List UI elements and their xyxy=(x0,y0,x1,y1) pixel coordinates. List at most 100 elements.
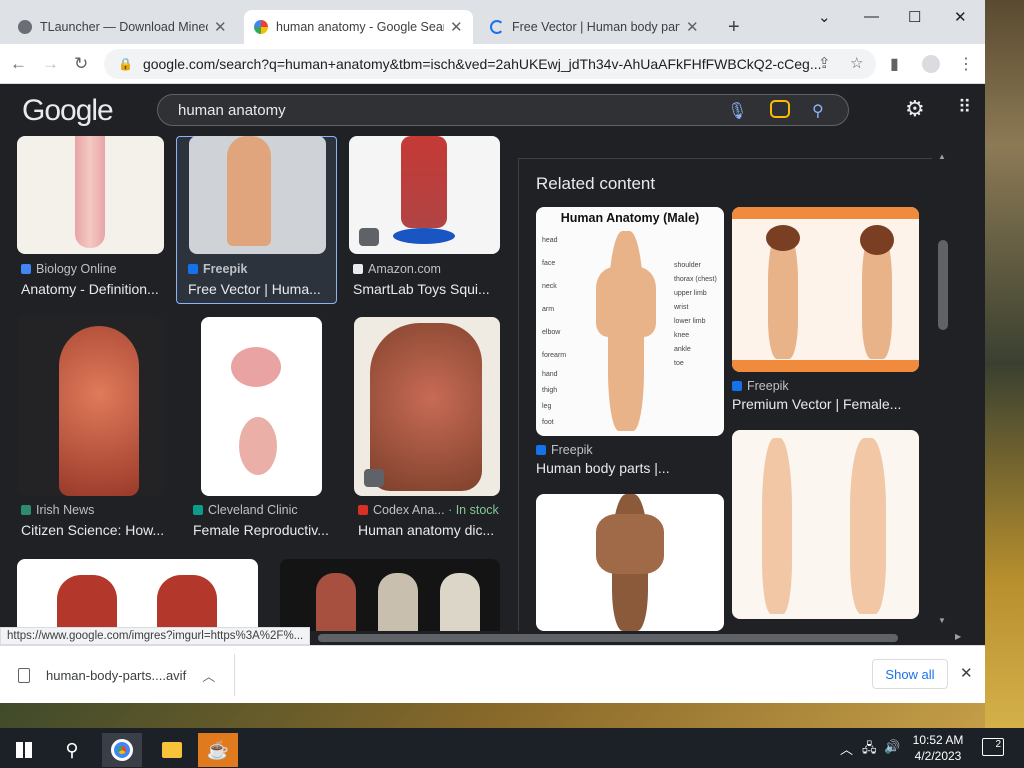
irish-news-icon xyxy=(21,505,31,515)
desktop-wallpaper-edge xyxy=(985,0,1024,728)
anatomy-labels-right: shoulder thorax (chest) upper limb wrist low… xyxy=(674,262,717,367)
result-source[interactable]: Irish News xyxy=(21,503,94,517)
result-caption[interactable]: Anatomy - Definition... xyxy=(21,281,166,297)
back-arrow-icon[interactable]: ← xyxy=(10,54,27,74)
status-bar-url: https://www.google.com/imgres?imgurl=htt… xyxy=(0,627,311,645)
result-image-6[interactable] xyxy=(354,317,500,496)
tab-title: TLauncher — Download Minecraft xyxy=(40,20,208,34)
search-taskbar-icon[interactable]: ⚲ xyxy=(52,733,92,767)
in-stock-badge: · In stock xyxy=(448,503,499,517)
scroll-up-arrow-icon[interactable]: ▲ xyxy=(938,152,946,161)
windows-start-icon[interactable] xyxy=(4,733,44,767)
download-item[interactable]: human-body-parts....avif ︿ xyxy=(18,666,215,685)
tab-close-icon[interactable]: ✕ xyxy=(450,18,463,36)
related-caption[interactable]: Human body parts |... xyxy=(536,460,722,476)
notification-center-icon[interactable]: 2 xyxy=(982,738,1004,756)
product-tag-icon xyxy=(364,469,384,487)
result-caption[interactable]: Free Vector | Huma... xyxy=(188,281,328,297)
biology-online-icon xyxy=(21,264,31,274)
windows-taskbar: ⚲ ☕ ︿ 🖧 🔊 10:52 AM 4/2/2023 2 xyxy=(0,728,1024,768)
cleveland-clinic-icon xyxy=(193,505,203,515)
google-logo[interactable]: Google xyxy=(22,94,114,128)
related-source[interactable]: Freepik xyxy=(536,443,593,457)
result-source[interactable]: Biology Online xyxy=(21,262,117,276)
result-caption[interactable]: SmartLab Toys Squi... xyxy=(353,281,498,297)
related-caption[interactable]: Premium Vector | Female... xyxy=(732,396,918,412)
result-image-3[interactable] xyxy=(349,136,500,254)
result-image-1[interactable] xyxy=(17,136,164,254)
chrome-taskbar-icon[interactable] xyxy=(102,733,142,767)
codex-anatomicus-icon xyxy=(358,505,368,515)
panel-scroll-thumb[interactable] xyxy=(938,240,948,330)
settings-gear-icon[interactable]: ⚙ xyxy=(905,96,925,122)
minimize-icon[interactable]: — xyxy=(864,8,879,25)
forward-arrow-icon[interactable]: → xyxy=(42,54,59,74)
tab-google-search[interactable]: human anatomy - Google Search ✕ xyxy=(244,10,473,44)
freepik-icon xyxy=(732,381,742,391)
download-separator xyxy=(234,654,235,696)
tab-title: human anatomy - Google Search xyxy=(276,20,444,34)
tab-search-chevron-icon[interactable]: ⌄ xyxy=(818,8,831,26)
address-bar[interactable]: 🔒 google.com/search?q=human+anatomy&tbm=… xyxy=(104,49,876,79)
anatomy-labels-left-lower: hand thigh leg foot xyxy=(542,371,558,426)
related-image-body-outline[interactable] xyxy=(732,430,919,619)
amazon-icon xyxy=(353,264,363,274)
browser-toolbar: ← → ↻ 🔒 google.com/search?q=human+anatom… xyxy=(0,44,985,84)
result-source[interactable]: Freepik xyxy=(188,262,247,276)
java-app-icon[interactable]: ☕ xyxy=(198,733,238,767)
panel-border xyxy=(518,158,932,159)
result-image-5[interactable] xyxy=(201,317,322,496)
maximize-icon[interactable]: ☐ xyxy=(908,8,921,26)
related-image-female-parts[interactable] xyxy=(732,207,919,372)
side-panel-icon[interactable]: ▮ xyxy=(890,54,899,74)
volume-icon[interactable]: 🔊 xyxy=(884,739,900,755)
product-tag-icon xyxy=(359,228,379,246)
microphone-icon[interactable]: 🎙 xyxy=(727,101,747,121)
tab-strip: TLauncher — Download Minecraft ✕ human a… xyxy=(0,0,985,44)
close-window-icon[interactable]: ✕ xyxy=(954,8,967,26)
related-source[interactable]: Freepik xyxy=(732,379,789,393)
tab-close-icon[interactable]: ✕ xyxy=(214,18,227,36)
horizontal-scroll-thumb[interactable] xyxy=(318,634,898,642)
new-tab-button[interactable]: + xyxy=(728,16,740,39)
scroll-down-arrow-icon[interactable]: ▼ xyxy=(938,616,946,625)
kebab-menu-icon[interactable]: ⋮ xyxy=(958,54,974,74)
lens-camera-icon[interactable] xyxy=(770,100,790,118)
notification-count: 2 xyxy=(995,739,1001,750)
result-source[interactable]: Amazon.com xyxy=(353,262,441,276)
google-favicon-icon xyxy=(254,20,268,34)
scroll-right-arrow-icon[interactable]: ▶ xyxy=(955,632,961,641)
close-download-bar-icon[interactable]: ✕ xyxy=(960,664,973,682)
result-source[interactable]: Codex Ana... · In stock xyxy=(358,503,499,517)
result-image-2[interactable] xyxy=(189,136,326,254)
result-caption[interactable]: Citizen Science: How... xyxy=(21,522,169,538)
apps-grid-icon[interactable]: ⠿ xyxy=(958,97,971,118)
panel-vertical-scrollbar[interactable] xyxy=(934,150,950,630)
result-image-8[interactable] xyxy=(280,559,500,631)
tab-title: Free Vector | Human body parts xyxy=(512,20,680,34)
result-caption[interactable]: Human anatomy dic... xyxy=(358,522,500,538)
tab-freepik[interactable]: Free Vector | Human body parts ✕ xyxy=(480,10,709,44)
system-clock[interactable]: 10:52 AM 4/2/2023 xyxy=(906,732,970,764)
address-url: google.com/search?q=human+anatomy&tbm=is… xyxy=(142,56,822,72)
share-icon[interactable]: ⇪ xyxy=(818,54,831,72)
related-content-title: Related content xyxy=(536,174,656,193)
result-caption[interactable]: Female Reproductiv... xyxy=(193,522,333,538)
show-all-button[interactable]: Show all xyxy=(872,659,948,689)
bookmark-star-icon[interactable]: ☆ xyxy=(850,54,863,72)
tab-close-icon[interactable]: ✕ xyxy=(686,18,699,36)
tab-tlauncher[interactable]: TLauncher — Download Minecraft ✕ xyxy=(8,10,237,44)
result-image-4[interactable] xyxy=(17,316,164,496)
profile-avatar-icon[interactable] xyxy=(922,55,940,73)
tray-expand-icon[interactable]: ︿ xyxy=(840,739,853,758)
loading-spinner-icon xyxy=(490,20,504,34)
reload-icon[interactable]: ↻ xyxy=(74,54,88,74)
file-explorer-icon[interactable] xyxy=(152,733,192,767)
related-image-male-anatomy[interactable]: Human Anatomy (Male) head face neck arm elbo… xyxy=(536,207,724,436)
related-image-female-body-measure[interactable] xyxy=(536,494,724,631)
result-image-7[interactable] xyxy=(17,559,258,631)
chevron-up-icon[interactable]: ︿ xyxy=(202,666,215,685)
search-icon[interactable]: ⚲ xyxy=(812,101,824,121)
result-source[interactable]: Cleveland Clinic xyxy=(193,503,298,517)
network-icon[interactable]: 🖧 xyxy=(862,739,877,761)
